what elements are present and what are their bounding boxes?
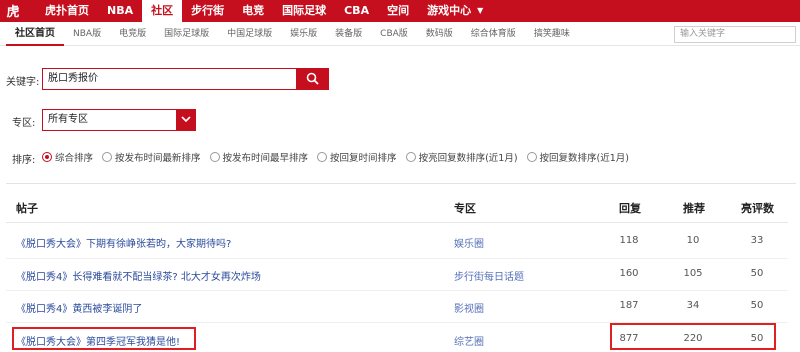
sort-option-label: 按回复数排序(近1月) bbox=[539, 153, 629, 164]
row-zone-link[interactable]: 综艺圈 bbox=[454, 333, 484, 348]
col-header-title: 帖子 bbox=[16, 202, 38, 215]
top-nav: 虎扑首页 NBA 社区 步行街 电竞 国际足球 CBA 空间 游戏中心 ▼ bbox=[36, 0, 492, 22]
sort-option-replies[interactable]: 按回复数排序(近1月) bbox=[526, 150, 629, 164]
row-divider bbox=[6, 258, 788, 259]
sort-option-label: 按发布时间最早排序 bbox=[222, 153, 309, 164]
subnav-item-sports[interactable]: 综合体育版 bbox=[462, 22, 525, 46]
row-zone-link[interactable]: 影视圈 bbox=[454, 300, 484, 315]
topnav-item-cba[interactable]: CBA bbox=[335, 0, 378, 22]
sort-option-newest[interactable]: 按发布时间最新排序 bbox=[102, 150, 201, 164]
sub-nav-bar: 社区首页 NBA版 电竞版 国际足球版 中国足球版 娱乐版 装备版 CBA版 数… bbox=[0, 22, 800, 46]
header-divider bbox=[6, 222, 788, 223]
topnav-item-home[interactable]: 虎扑首页 bbox=[36, 0, 98, 22]
chevron-down-icon bbox=[181, 116, 191, 123]
sort-option-label: 按回复时间排序 bbox=[330, 153, 397, 164]
topnav-item-intl-football[interactable]: 国际足球 bbox=[273, 0, 335, 22]
subnav-item-funny[interactable]: 搞笑趣味 bbox=[525, 22, 579, 46]
row-title-link[interactable]: 《脱口秀4》长得难看就不配当绿茶? 北大才女再次炸场 bbox=[16, 268, 261, 283]
sort-option-overall[interactable]: 综合排序 bbox=[42, 150, 93, 164]
col-header-recommend: 推荐 bbox=[683, 202, 705, 215]
game-center-label: 游戏中心 bbox=[427, 4, 472, 17]
row-title-link[interactable]: 《脱口秀大会》下期有徐峥张若昀，大家期待吗? bbox=[16, 235, 231, 250]
topnav-item-community[interactable]: 社区 bbox=[142, 0, 183, 22]
row-highlights: 50 bbox=[750, 300, 764, 311]
subnav-item-community-home[interactable]: 社区首页 bbox=[6, 22, 64, 46]
zone-dropdown-button[interactable] bbox=[176, 109, 196, 131]
row-title-link[interactable]: 《脱口秀4》黄西被李诞阴了 bbox=[16, 300, 142, 315]
sort-option-highlights[interactable]: 按亮回复数排序(近1月) bbox=[405, 150, 518, 164]
row-zone-link[interactable]: 步行街每日话题 bbox=[454, 268, 524, 283]
col-header-replies: 回复 bbox=[619, 202, 641, 215]
topnav-item-space[interactable]: 空间 bbox=[378, 0, 418, 22]
row-highlights: 33 bbox=[750, 235, 764, 246]
search-icon bbox=[306, 72, 319, 85]
topnav-item-bxj[interactable]: 步行街 bbox=[182, 0, 233, 22]
radio-icon[interactable] bbox=[317, 152, 328, 162]
col-header-zone: 专区 bbox=[454, 202, 476, 215]
sub-nav: 社区首页 NBA版 电竞版 国际足球版 中国足球版 娱乐版 装备版 CBA版 数… bbox=[6, 22, 579, 46]
hupu-logo-icon[interactable]: 虎 bbox=[3, 1, 23, 21]
zone-label: 专区: bbox=[12, 118, 36, 129]
radio-icon[interactable] bbox=[209, 152, 220, 162]
sort-option-label: 按发布时间最新排序 bbox=[115, 153, 201, 164]
radio-icon[interactable] bbox=[405, 152, 416, 162]
annotation-box-title bbox=[12, 327, 196, 350]
keyword-input[interactable]: 脱口秀报价 bbox=[42, 68, 296, 90]
sort-label: 排序: bbox=[12, 155, 36, 166]
zone-select[interactable]: 所有专区 bbox=[42, 109, 176, 131]
row-replies: 187 bbox=[619, 300, 639, 311]
radio-checked-icon[interactable] bbox=[42, 152, 52, 162]
search-button[interactable] bbox=[296, 68, 329, 90]
top-nav-bar: 虎 虎扑首页 NBA 社区 步行街 电竞 国际足球 CBA 空间 游戏中心 ▼ bbox=[0, 0, 800, 22]
sort-option-oldest[interactable]: 按发布时间最早排序 bbox=[209, 150, 309, 164]
row-recommend: 105 bbox=[683, 268, 703, 279]
topnav-item-esports[interactable]: 电竞 bbox=[233, 0, 273, 22]
subnav-item-digital[interactable]: 数码版 bbox=[417, 22, 462, 46]
sort-option-label: 综合排序 bbox=[55, 153, 94, 164]
row-recommend: 10 bbox=[686, 235, 700, 246]
subnav-search-input[interactable]: 输入关键字 bbox=[674, 26, 796, 43]
row-replies: 118 bbox=[619, 235, 639, 246]
row-replies: 160 bbox=[619, 268, 639, 279]
row-zone-link[interactable]: 娱乐圈 bbox=[454, 235, 484, 250]
subnav-item-entertainment[interactable]: 娱乐版 bbox=[281, 22, 326, 46]
row-recommend: 34 bbox=[686, 300, 700, 311]
radio-icon[interactable] bbox=[526, 152, 537, 162]
sort-option-label: 按亮回复数排序(近1月) bbox=[418, 153, 518, 164]
sort-options: 综合排序 按发布时间最新排序 按发布时间最早排序 按回复时间排序 按亮回复数排序… bbox=[42, 150, 638, 164]
row-highlights: 50 bbox=[750, 268, 764, 279]
subnav-item-cba[interactable]: CBA版 bbox=[371, 22, 417, 46]
subnav-item-esports[interactable]: 电竞版 bbox=[110, 22, 155, 46]
radio-icon[interactable] bbox=[102, 152, 113, 162]
subnav-item-gear[interactable]: 装备版 bbox=[326, 22, 371, 46]
col-header-highlights: 亮评数 bbox=[741, 202, 774, 215]
keyword-label: 关键字: bbox=[6, 77, 40, 88]
annotation-box-stats bbox=[610, 323, 776, 350]
row-divider bbox=[6, 290, 788, 291]
svg-text:虎: 虎 bbox=[6, 4, 19, 20]
topnav-item-game-center[interactable]: 游戏中心 ▼ bbox=[418, 0, 492, 22]
subnav-item-china-football[interactable]: 中国足球版 bbox=[218, 22, 281, 46]
subnav-item-nba[interactable]: NBA版 bbox=[64, 22, 110, 46]
sort-option-reply-time[interactable]: 按回复时间排序 bbox=[317, 150, 397, 164]
caret-down-icon: ▼ bbox=[477, 6, 484, 15]
topnav-item-nba[interactable]: NBA bbox=[98, 0, 142, 22]
subnav-item-intl-football[interactable]: 国际足球版 bbox=[155, 22, 218, 46]
